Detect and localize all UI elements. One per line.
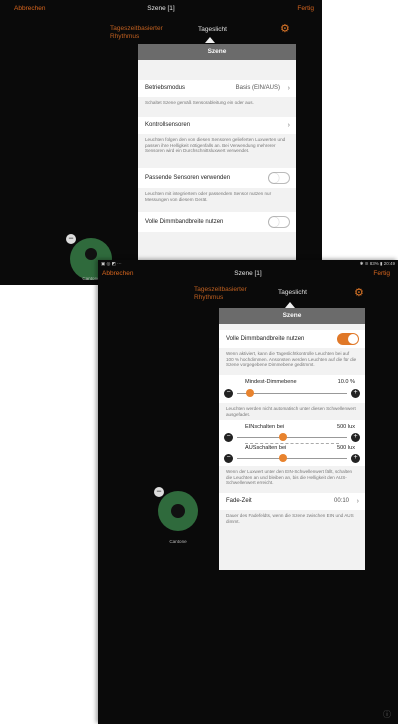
fade-time-value: 00:10 (333, 498, 349, 504)
min-dim-label: Mindest-Dimmebene (245, 379, 297, 385)
fade-time-row[interactable]: Fade-Zeit 00:10 › (219, 493, 365, 510)
chevron-right-icon: › (287, 122, 290, 129)
switch-off-value: 500 lux (336, 445, 355, 451)
full-dim-row: Volle Dimmbandbreite nutzen (138, 212, 296, 232)
gear-icon[interactable]: ⚙ (280, 24, 290, 35)
min-dim-value: 10.0 % (337, 379, 355, 385)
matching-sensors-label: Passende Sensoren verwenden (145, 175, 231, 181)
full-dim-label: Volle Dimmbandbreite nutzen (226, 336, 305, 342)
tab-daytime-rhythm-line1: Tageszeitbasierter (110, 25, 163, 32)
divider (245, 443, 339, 444)
switch-description: Wenn der Luxwert unter den EIN-Schwellen… (226, 469, 353, 486)
full-dim-description: Wenn aktiviert, kann die Tageslichtkontr… (226, 351, 357, 368)
switch-on-label: EINschalten bei (245, 424, 285, 430)
chevron-right-icon: › (287, 85, 290, 92)
page-title: Szene [1] (234, 270, 262, 277)
switch-on-slider-thumb[interactable] (279, 433, 288, 441)
tab-daylight[interactable]: Tageslicht (198, 26, 227, 33)
tab-daytime-rhythm[interactable]: Tageszeitbasierter Rhythmus (194, 286, 247, 301)
switch-off-label: AUSschalten bei (245, 445, 287, 451)
matching-sensors-description: Leuchten mit integriertem oder passendem… (145, 191, 272, 202)
done-button[interactable]: Fertig (373, 270, 390, 277)
screenshot-scene-dimming: ▣ ◎ ◩ ··· ✱ ≋ 83% ▮ 20:49 Abbrechen Szen… (98, 260, 398, 724)
full-dim-row: Volle Dimmbandbreite nutzen (219, 330, 365, 348)
done-button[interactable]: Fertig (297, 5, 314, 12)
matching-sensors-row: Passende Sensoren verwenden (138, 168, 296, 188)
chevron-right-icon: › (356, 498, 359, 505)
info-icon[interactable]: ⓘ (383, 709, 391, 720)
scene-panel: Szene Betriebsmodus Basis (EIN/AUS) › Sc… (138, 44, 296, 285)
decrease-icon[interactable]: − (224, 389, 233, 398)
switch-off-slider-thumb[interactable] (279, 454, 288, 462)
increase-icon[interactable]: + (351, 389, 360, 398)
matching-sensors-toggle[interactable] (268, 172, 290, 184)
decrease-icon[interactable]: − (224, 454, 233, 463)
operating-mode-label: Betriebsmodus (145, 85, 186, 91)
remove-icon[interactable]: − (154, 487, 164, 497)
increase-icon[interactable]: + (351, 433, 360, 442)
fade-time-description: Dauer des Fadefeldts, wenn die Szene zwi… (226, 513, 354, 524)
min-dim-slider-thumb[interactable] (246, 389, 255, 397)
remove-icon[interactable]: − (66, 234, 76, 244)
panel-title: Szene (138, 44, 296, 60)
full-dim-toggle[interactable] (337, 333, 359, 345)
decrease-icon[interactable]: − (224, 433, 233, 442)
control-sensors-label: Kontrollsensoren (145, 122, 191, 128)
min-dim-description: Leuchten werden nicht automatisch unter … (226, 406, 356, 417)
full-dim-toggle[interactable] (268, 216, 290, 228)
tab-daytime-rhythm[interactable]: Tageszeitbasierter Rhythmus (110, 25, 163, 40)
tab-daylight[interactable]: Tageslicht (278, 289, 307, 296)
gear-icon[interactable]: ⚙ (354, 288, 364, 299)
control-sensors-description: Leuchten folgen den von diesen Sensoren … (145, 137, 286, 154)
header-bar: Abbrechen Szene [1] Fertig (0, 0, 322, 12)
fade-time-label: Fade-Zeit (226, 498, 252, 504)
switch-on-slider-track[interactable] (237, 437, 347, 438)
full-dim-label: Volle Dimmbandbreite nutzen (145, 219, 224, 225)
panel-title: Szene (219, 308, 365, 324)
tab-daytime-rhythm-line2: Rhythmus (194, 293, 224, 301)
increase-icon[interactable]: + (351, 454, 360, 463)
min-dim-slider-block: Mindest-Dimmebene 10.0 % − + (219, 375, 365, 403)
switch-on-value: 500 lux (336, 424, 355, 430)
page-title: Szene [1] (147, 5, 175, 12)
device-label: Cantone (169, 539, 187, 544)
device-lamp-icon (85, 248, 97, 260)
tab-daytime-rhythm-line2: Rhythmus (110, 32, 140, 40)
switch-off-slider-track[interactable] (237, 458, 347, 459)
operating-mode-value: Basis (EIN/AUS) (235, 85, 280, 91)
tab-daytime-rhythm-line1: Tageszeitbasierter (194, 286, 247, 293)
screenshot-scene-basic: Abbrechen Szene [1] Fertig Tageszeitbasi… (0, 0, 322, 285)
control-sensors-row[interactable]: Kontrollsensoren › (138, 117, 296, 134)
device-lamp-icon (171, 504, 185, 518)
popover-pointer (205, 37, 215, 43)
scene-panel: Szene Volle Dimmbandbreite nutzen Wenn a… (219, 308, 365, 570)
operating-mode-description: Schaltet Szene gemäß Sensorableitung ein… (145, 100, 254, 105)
header-bar: Abbrechen Szene [1] Fertig (98, 265, 398, 277)
operating-mode-row[interactable]: Betriebsmodus Basis (EIN/AUS) › (138, 80, 296, 97)
switch-threshold-block: EINschalten bei 500 lux − + AUSschalten … (219, 420, 365, 466)
